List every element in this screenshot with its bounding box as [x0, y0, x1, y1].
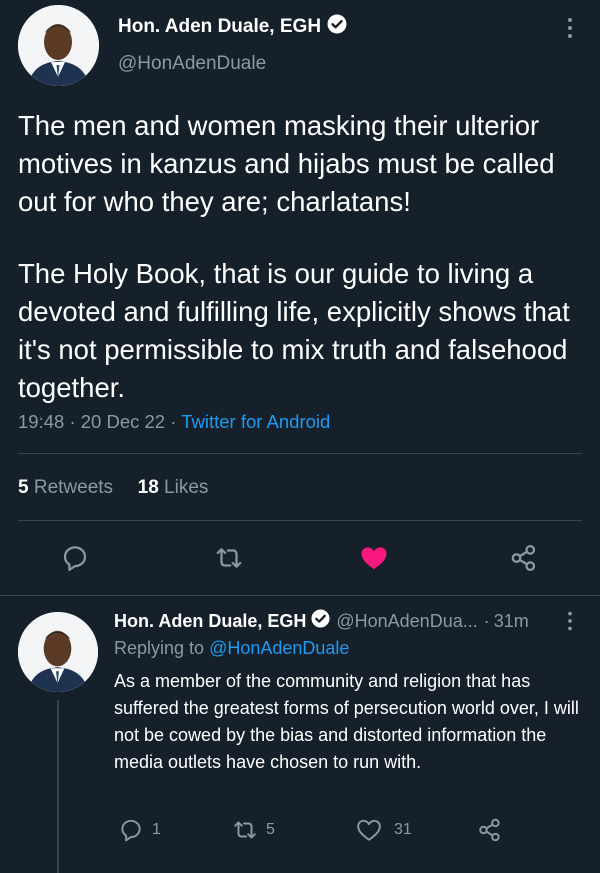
share-icon	[479, 818, 500, 842]
reply-author-avatar[interactable]	[18, 612, 98, 692]
like-button[interactable]	[357, 541, 391, 575]
reply-button[interactable]	[58, 541, 92, 575]
reply-share-button[interactable]	[477, 817, 503, 848]
more-options-icon[interactable]	[562, 14, 578, 42]
like-outline-icon	[357, 819, 381, 841]
reply-retweet-count: 5	[266, 821, 275, 838]
share-button[interactable]	[507, 541, 541, 575]
tweet-source-link[interactable]: Twitter for Android	[181, 411, 330, 432]
retweets-label: Retweets	[33, 477, 114, 498]
reply-text: As a member of the community and religio…	[114, 671, 579, 772]
author-name[interactable]: Hon. Aden Duale, EGH	[118, 16, 321, 38]
replying-to: Replying to @HonAdenDuale	[114, 638, 349, 659]
retweet-button[interactable]	[212, 541, 246, 575]
thread-line	[57, 700, 59, 873]
divider	[0, 595, 600, 596]
like-icon	[361, 547, 387, 570]
reply-reply-button[interactable]: 1	[118, 817, 161, 843]
author-avatar[interactable]	[18, 5, 99, 86]
likes-label: Likes	[164, 477, 209, 498]
meta-separator: ·	[483, 610, 490, 631]
stats-row: 5 Retweets 18 Likes	[18, 477, 208, 499]
divider	[18, 520, 582, 521]
reply-reply-count: 1	[152, 821, 161, 838]
reply-time-ago: 31m	[493, 610, 529, 631]
tweet-time: 19:48	[18, 411, 65, 432]
reply-icon	[63, 546, 87, 571]
retweet-icon	[234, 821, 256, 839]
tweet-text-paragraph-2: The Holy Book, that is our guide to livi…	[18, 258, 578, 403]
reply-like-count: 31	[394, 821, 412, 838]
retweets-count: 5	[18, 477, 29, 498]
reply-like-button[interactable]: 31	[356, 817, 412, 843]
replying-to-label: Replying to	[114, 638, 205, 658]
reply-retweet-button[interactable]: 5	[232, 817, 275, 843]
verified-badge-icon	[311, 609, 330, 633]
author-handle[interactable]: @HonAdenDuale	[118, 53, 266, 75]
meta-separator: ·	[170, 411, 177, 432]
replying-to-handle-link[interactable]: @HonAdenDuale	[209, 638, 349, 658]
tweet-metadata: 19:48 · 20 Dec 22 · Twitter for Android	[18, 411, 330, 433]
retweets-stat[interactable]: 5 Retweets	[18, 477, 118, 498]
retweet-icon	[216, 548, 242, 568]
likes-stat[interactable]: 18 Likes	[138, 477, 209, 498]
reply-more-options-icon[interactable]	[562, 608, 578, 634]
share-icon	[511, 545, 536, 571]
divider	[18, 453, 582, 454]
reply-author-handle[interactable]: @HonAdenDua...	[336, 611, 477, 632]
tweet-text-paragraph-1: The men and women masking their ulterior…	[18, 110, 563, 217]
meta-separator: ·	[69, 411, 76, 432]
reply-author-name[interactable]: Hon. Aden Duale, EGH	[114, 611, 306, 632]
tweet-date: 20 Dec 22	[80, 411, 166, 432]
reply-icon	[121, 819, 141, 842]
verified-badge-icon	[327, 14, 347, 39]
likes-count: 18	[137, 477, 159, 498]
